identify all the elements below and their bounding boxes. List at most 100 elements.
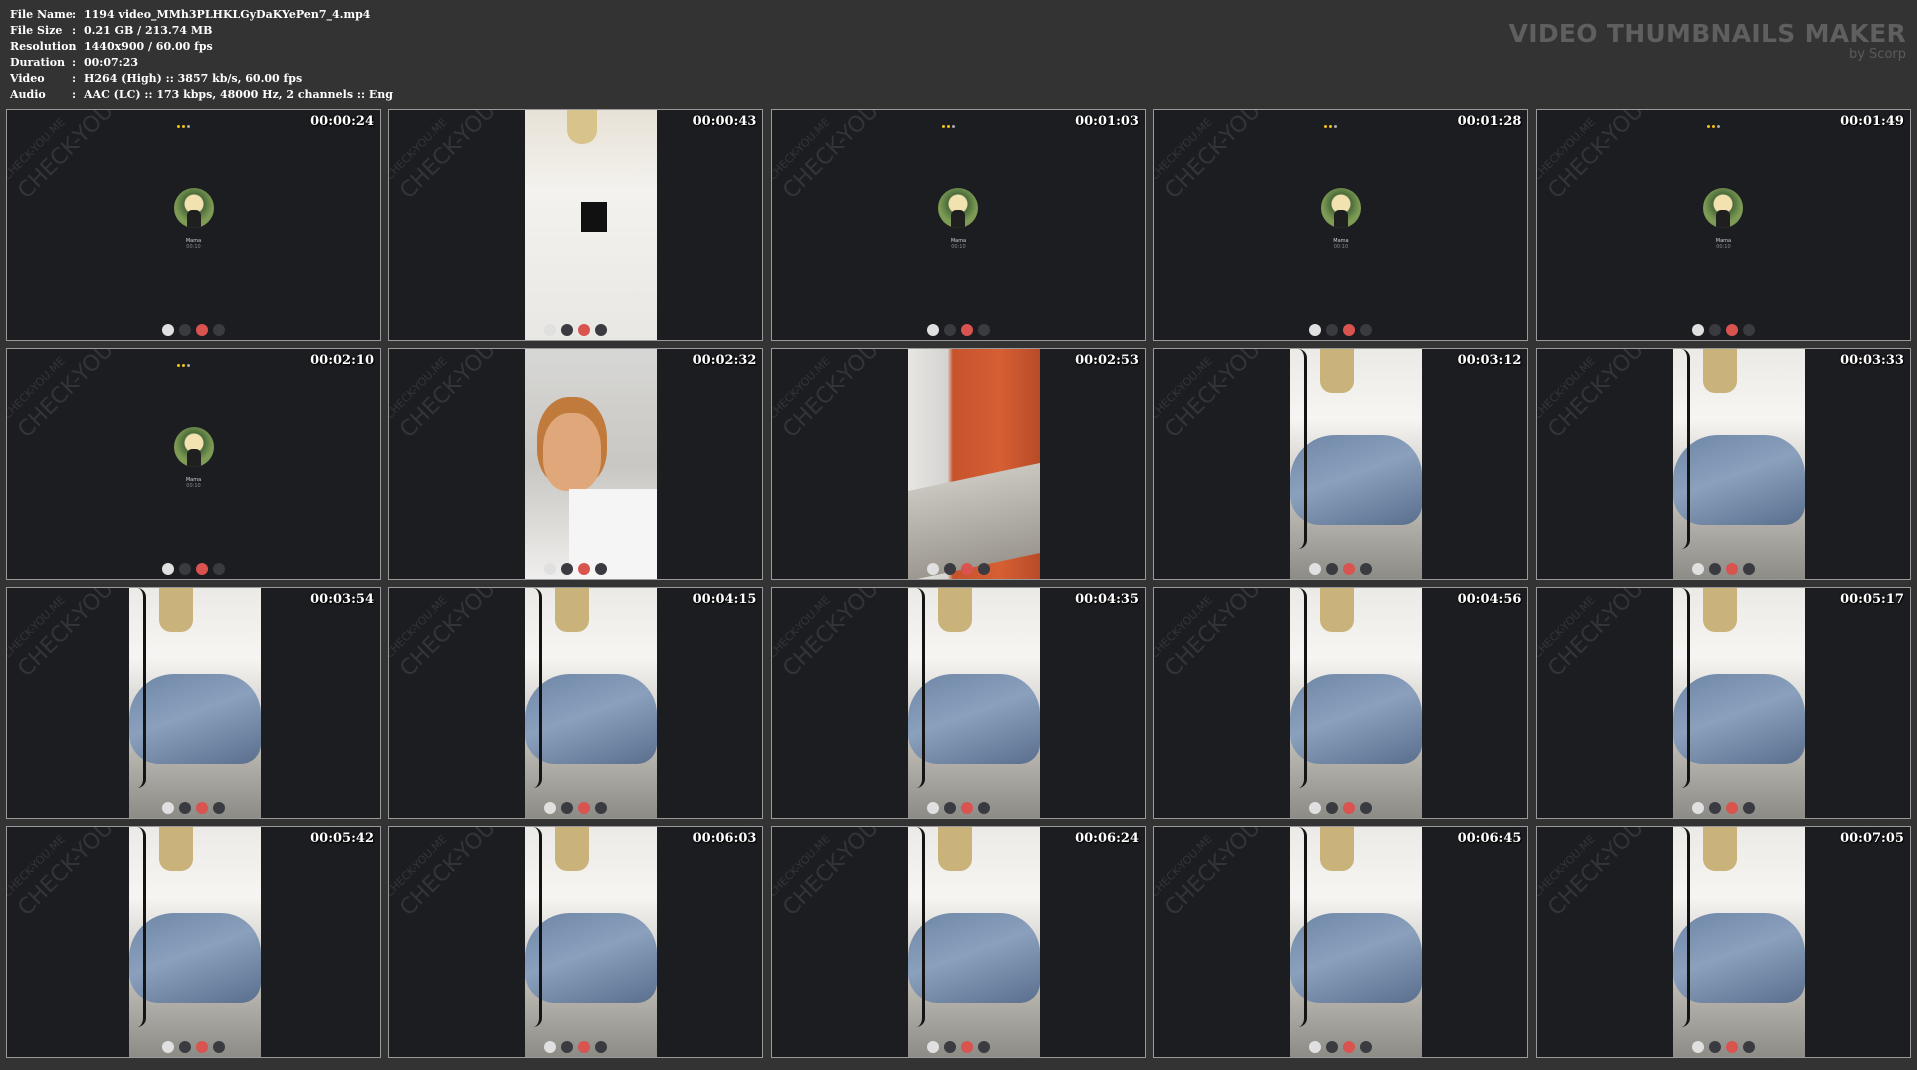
thumbnail[interactable]: CHECK-YOU.ME CHECK-YOU.ME Mama 00:10 00:01:0… <box>770 109 1146 341</box>
video-frame <box>129 588 261 819</box>
call-controls <box>1154 324 1527 336</box>
info-value: 1194 video_MMh3PLHKLGyDaKYePen7_4.mp4 <box>84 8 371 21</box>
thumbnail[interactable]: CHECK-YOU.ME CHECK-YOU.ME 00:03:33 <box>1535 348 1911 581</box>
hangup-icon <box>1725 563 1738 576</box>
info-key: Duration <box>10 56 66 69</box>
video-frame <box>525 349 658 580</box>
timestamp: 00:06:24 <box>1075 831 1139 847</box>
hangup-icon <box>1343 563 1356 576</box>
video-frame <box>129 827 261 1058</box>
mute-icon <box>1708 324 1721 336</box>
mute-icon <box>1326 324 1339 336</box>
cable <box>1298 349 1308 550</box>
hangup-icon <box>196 802 208 815</box>
thumbnail[interactable]: CHECK-YOU.ME CHECK-YOU.ME Mama 00:10 00:00:2… <box>6 109 381 341</box>
info-value: 0.21 GB / 213.74 MB <box>84 24 213 37</box>
info-value: 1440x900 / 60.00 fps <box>84 40 213 53</box>
call-status: 00:10 <box>186 244 201 250</box>
hangup-icon <box>578 563 591 576</box>
mute-icon <box>561 324 574 336</box>
thumbnail[interactable]: CHECK-YOU.ME CHECK-YOU.ME Mama 00:10 00:02:1… <box>6 348 381 581</box>
hangup-icon <box>578 802 591 815</box>
call-controls <box>1154 563 1527 576</box>
thumbnail[interactable]: CHECK-YOU.ME CHECK-YOU.ME 00:04:35 <box>770 587 1146 820</box>
thumbnail[interactable]: CHECK-YOU.ME CHECK-YOU.ME 00:06:03 <box>388 826 764 1059</box>
file-info-panel: File Name: 1194 video_MMh3PLHKLGyDaKYePen… <box>10 7 393 103</box>
timestamp: 00:02:32 <box>692 353 757 369</box>
timestamp: 00:03:33 <box>1840 353 1904 369</box>
info-row: Audio: AAC (LC) :: 173 kbps, 48000 Hz, 2 … <box>10 87 393 103</box>
thumbnail[interactable]: CHECK-YOU.ME CHECK-YOU.ME 00:05:42 <box>6 826 381 1059</box>
info-row: Video: H264 (High) :: 3857 kb/s, 60.00 fp… <box>10 71 393 87</box>
caller-avatar <box>938 188 979 228</box>
mic-icon <box>213 1041 225 1054</box>
video-icon <box>162 802 174 815</box>
caller-avatar <box>1703 188 1744 228</box>
thumbnail[interactable]: CHECK-YOU.ME CHECK-YOU.ME 00:05:17 <box>1535 587 1911 820</box>
info-key: File Name <box>10 8 73 21</box>
call-controls <box>772 563 1145 576</box>
info-separator: : <box>72 40 77 53</box>
timestamp: 00:00:43 <box>692 114 757 129</box>
hangup-icon <box>196 1041 208 1054</box>
cable <box>1298 827 1308 1028</box>
timestamp: 00:00:24 <box>310 114 374 129</box>
hangup-icon <box>960 563 973 576</box>
video-icon <box>1309 1041 1322 1054</box>
cable <box>1298 588 1308 789</box>
hangup-icon <box>960 324 973 336</box>
thumbnail[interactable]: CHECK-YOU.ME CHECK-YOU.ME 00:06:45 <box>1153 826 1529 1059</box>
video-icon <box>926 1041 939 1054</box>
info-row: Resolution:1440x900 / 60.00 fps <box>10 39 393 55</box>
timestamp: 00:04:35 <box>1075 592 1139 608</box>
thumbnail[interactable]: CHECK-YOU.ME CHECK-YOU.ME 00:03:54 <box>6 587 381 820</box>
video-icon <box>162 1041 174 1054</box>
mute-icon <box>179 802 191 815</box>
thumbnail[interactable]: CHECK-YOU.ME CHECK-YOU.ME 00:04:15 <box>388 587 764 820</box>
call-status: 00:10 <box>951 244 966 250</box>
info-separator: : <box>72 56 77 69</box>
call-controls <box>389 802 762 815</box>
call-controls <box>7 563 380 576</box>
timestamp: 00:07:05 <box>1840 831 1904 847</box>
video-icon <box>1691 324 1704 336</box>
mic-icon <box>595 324 608 336</box>
hangup-icon <box>1343 1041 1356 1054</box>
timestamp: 00:03:54 <box>310 592 374 608</box>
mic-icon <box>595 1041 608 1054</box>
video-icon <box>1309 563 1322 576</box>
caller-info: Mama 00:10 <box>1154 238 1527 250</box>
timestamp: 00:02:53 <box>1075 353 1139 369</box>
mute-icon <box>561 1041 574 1054</box>
thumbnail[interactable]: CHECK-YOU.ME CHECK-YOU.ME 00:02:32 <box>388 348 764 581</box>
thumbnail[interactable]: CHECK-YOU.ME CHECK-YOU.ME Mama 00:10 00:01:4… <box>1535 109 1911 341</box>
thumbnail[interactable]: CHECK-YOU.ME CHECK-YOU.ME 00:00:43 <box>388 109 764 341</box>
timestamp: 00:01:28 <box>1457 114 1522 129</box>
video-icon <box>544 563 557 576</box>
video-icon <box>926 324 939 336</box>
video-frame <box>525 588 658 819</box>
mute-icon <box>1708 802 1721 815</box>
info-key: Resolution <box>10 40 77 53</box>
thumbnail[interactable]: CHECK-YOU.ME CHECK-YOU.ME 00:06:24 <box>770 826 1146 1059</box>
watermark: CHECK-YOU.ME CHECK-YOU.ME <box>1535 109 1677 204</box>
info-row: Duration:00:07:23 <box>10 55 393 71</box>
mute-icon <box>1326 802 1339 815</box>
status-bar-icons <box>177 352 217 368</box>
brand-logo: VIDEO THUMBNAILS MAKER by Scorp <box>1509 20 1906 62</box>
hangup-icon <box>1343 324 1356 336</box>
thumbnail[interactable]: CHECK-YOU.ME CHECK-YOU.ME 00:03:12 <box>1153 348 1529 581</box>
mic-icon <box>213 324 225 336</box>
thumbnail[interactable]: CHECK-YOU.ME CHECK-YOU.ME 00:07:05 <box>1535 826 1911 1059</box>
video-icon <box>926 563 939 576</box>
mute-icon <box>943 1041 956 1054</box>
mic-icon <box>977 563 990 576</box>
thumbnail[interactable]: CHECK-YOU.ME CHECK-YOU.ME Mama 00:10 00:01:2… <box>1153 109 1529 341</box>
thumbnail[interactable]: CHECK-YOU.ME CHECK-YOU.ME 00:02:53 <box>770 348 1146 581</box>
status-bar-icons <box>1324 113 1364 128</box>
thumbnail[interactable]: CHECK-YOU.ME CHECK-YOU.ME 00:04:56 <box>1153 587 1529 820</box>
mute-icon <box>561 563 574 576</box>
mute-icon <box>943 563 956 576</box>
status-bar-icons <box>941 113 982 128</box>
video-frame <box>1290 827 1423 1058</box>
